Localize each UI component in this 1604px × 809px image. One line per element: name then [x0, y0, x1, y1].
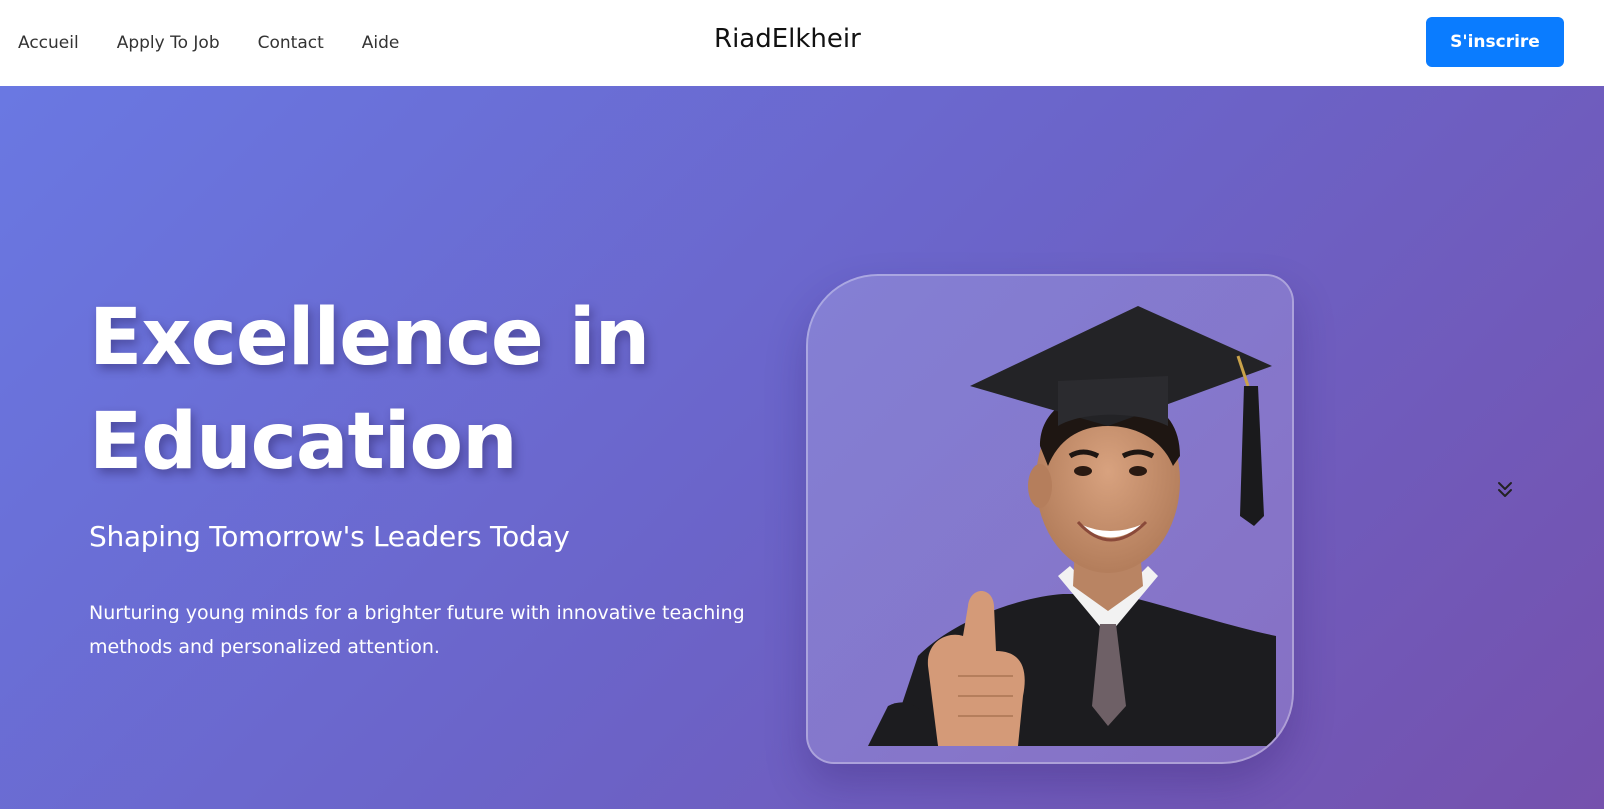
graduate-student-image: [808, 276, 1292, 762]
hero-title: Excellence in Education: [89, 293, 650, 487]
graduate-photo-frame: [806, 274, 1294, 764]
brand-logo-text[interactable]: RiadElkheir: [714, 24, 861, 54]
nav-link-apply-to-job[interactable]: Apply To Job: [117, 33, 220, 53]
nav-link-contact[interactable]: Contact: [258, 33, 324, 53]
hero-description: Nurturing young minds for a brighter fut…: [89, 602, 745, 658]
double-chevron-down-icon[interactable]: [1494, 478, 1516, 500]
nav-link-aide[interactable]: Aide: [362, 33, 400, 53]
nav-links: Accueil Apply To Job Contact Aide: [18, 0, 399, 86]
hero-section: Excellence in Education Shaping Tomorrow…: [0, 86, 1604, 809]
signup-button[interactable]: S'inscrire: [1426, 17, 1564, 67]
hero-subtitle: Shaping Tomorrow's Leaders Today: [89, 520, 570, 553]
nav-link-accueil[interactable]: Accueil: [18, 33, 79, 53]
navbar: Accueil Apply To Job Contact Aide RiadEl…: [0, 0, 1604, 86]
